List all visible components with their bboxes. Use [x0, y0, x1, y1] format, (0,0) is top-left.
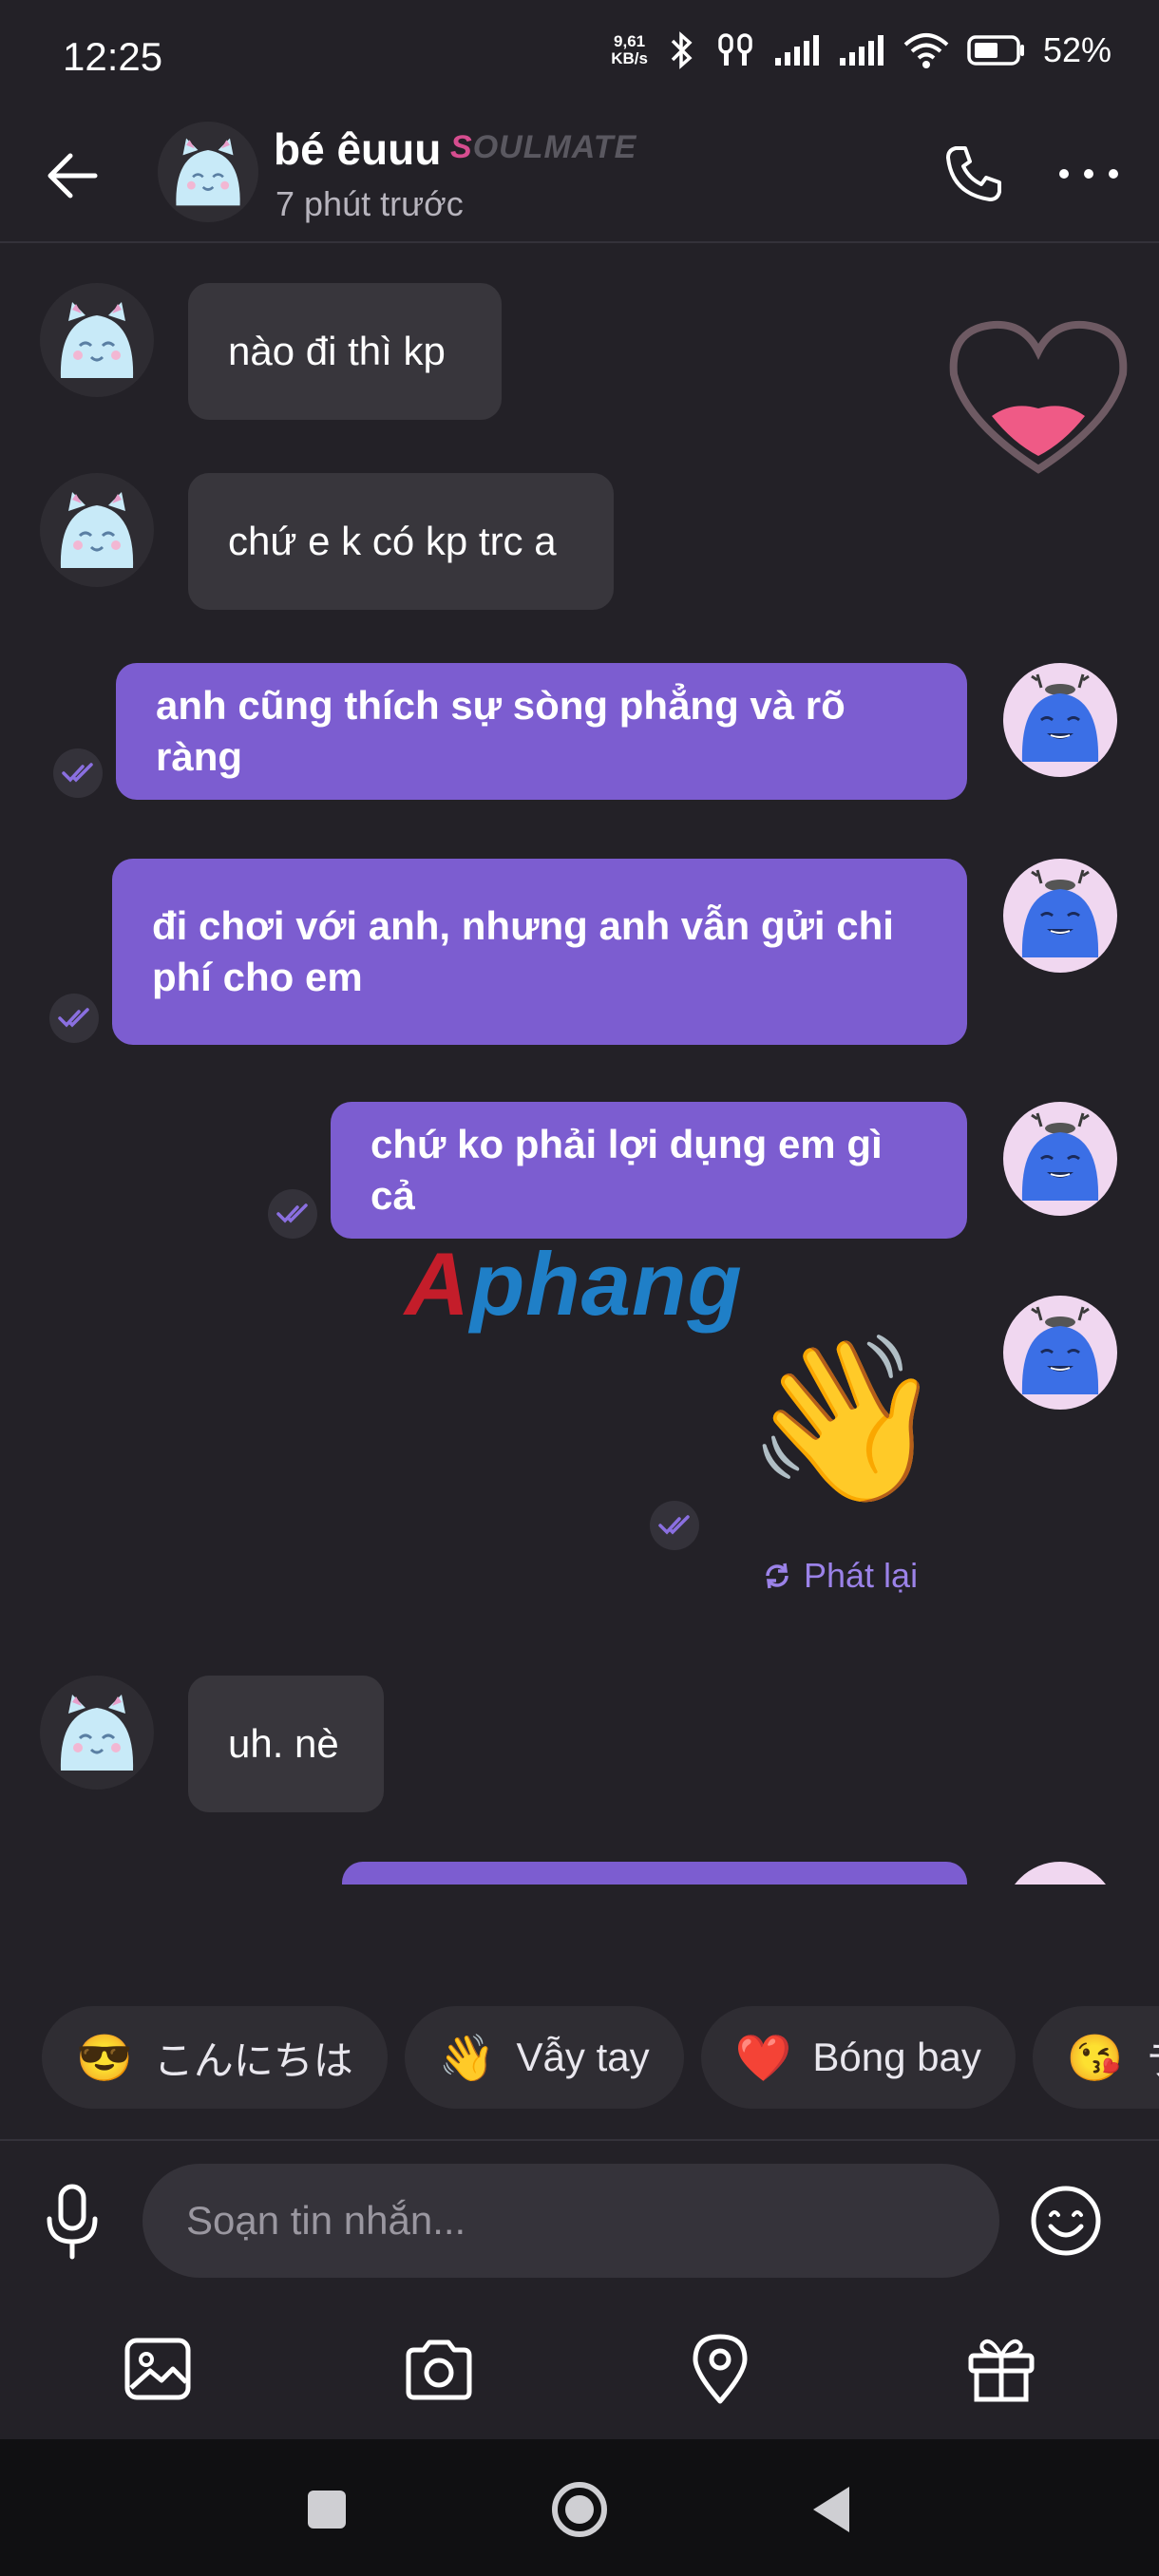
location-icon[interactable]	[682, 2331, 758, 2407]
quick-reply-chip[interactable]: 😘ラ	[1032, 2006, 1159, 2109]
watermark-logo: Aphang	[405, 1234, 743, 1334]
kiss-emoji-icon: 😘	[1066, 2033, 1124, 2084]
battery-icon	[967, 35, 1024, 66]
bluetooth-icon	[671, 31, 693, 69]
message-list[interactable]: nào đi thì kp chứ e k có kp trc a anh cũ…	[0, 245, 1159, 1885]
heart-emoji-icon: ❤️	[734, 2033, 792, 2084]
message-input[interactable]	[186, 2198, 999, 2244]
contact-name: bé êuuu	[274, 124, 442, 174]
read-receipt-icon	[268, 1189, 317, 1239]
phone-icon[interactable]	[939, 139, 1009, 209]
cat-avatar-icon	[176, 138, 240, 206]
message-input-wrapper[interactable]	[142, 2164, 999, 2278]
outgoing-message-partial[interactable]	[342, 1862, 967, 1885]
monster-avatar-icon	[1021, 1112, 1099, 1201]
my-avatar[interactable]	[1003, 1862, 1117, 1885]
read-receipt-icon	[650, 1501, 699, 1550]
soulmate-badge: SOULMATE	[450, 129, 637, 165]
recent-apps-icon[interactable]	[293, 2475, 361, 2544]
status-time: 12:25	[63, 34, 163, 79]
replay-button[interactable]: Phát lại	[760, 1556, 918, 1596]
wave-sticker[interactable]: 👋	[745, 1330, 946, 1510]
contact-avatar[interactable]	[158, 122, 258, 222]
quick-reply-chip[interactable]: 😎 こんにちは	[42, 2006, 388, 2109]
cat-avatar-icon	[60, 302, 134, 378]
contact-avatar[interactable]	[40, 1676, 154, 1790]
quick-reply-chip[interactable]: 👋 Vẫy tay	[404, 2006, 684, 2109]
read-receipt-icon	[49, 994, 99, 1043]
divider	[0, 2139, 1159, 2141]
status-bar: 12:25 9,61 KB/s 52%	[0, 0, 1159, 112]
cat-avatar-icon	[60, 1695, 134, 1771]
monster-avatar-icon	[1021, 673, 1099, 762]
outgoing-message[interactable]: chứ ko phải lợi dụng em gì cả	[331, 1102, 967, 1239]
outgoing-message[interactable]: đi chơi với anh, nhưng anh vẫn gửi chi p…	[112, 859, 967, 1045]
home-icon[interactable]	[545, 2475, 614, 2544]
more-icon[interactable]	[1053, 139, 1125, 209]
gift-icon[interactable]	[963, 2331, 1039, 2407]
net-speed: 9,61 KB/s	[611, 32, 648, 67]
my-avatar[interactable]	[1003, 1296, 1117, 1410]
sunglasses-emoji-icon: 😎	[76, 2033, 133, 2084]
back-nav-icon[interactable]	[798, 2475, 866, 2544]
read-receipt-icon	[53, 748, 103, 798]
camera-icon[interactable]	[401, 2331, 477, 2407]
status-icons: 9,61 KB/s 52%	[611, 30, 1112, 70]
incoming-message[interactable]: nào đi thì kp	[188, 283, 502, 420]
emoji-icon[interactable]	[1028, 2183, 1104, 2259]
last-seen-status: 7 phút trước	[276, 184, 464, 223]
signal-icon	[774, 35, 819, 66]
my-avatar[interactable]	[1003, 663, 1117, 777]
quick-reply-chip[interactable]: ❤️ Bóng bay	[700, 2006, 1016, 2109]
system-nav-bar	[0, 2439, 1159, 2576]
cat-avatar-icon	[60, 492, 134, 568]
monster-avatar-icon	[1021, 1306, 1099, 1394]
my-avatar[interactable]	[1003, 859, 1117, 973]
monster-avatar-icon	[1021, 869, 1099, 957]
my-avatar[interactable]	[1003, 1102, 1117, 1216]
incoming-message[interactable]: uh. nè	[188, 1676, 384, 1812]
wifi-icon	[903, 33, 949, 68]
battery-percent: 52%	[1042, 30, 1112, 69]
heart-icon[interactable]	[946, 317, 1130, 477]
wave-emoji-icon: 👋	[438, 2033, 496, 2084]
back-arrow-icon[interactable]	[38, 141, 108, 211]
earbuds-icon	[718, 33, 752, 66]
signal-icon-2	[839, 35, 884, 66]
image-icon[interactable]	[120, 2331, 196, 2407]
replay-icon	[766, 1563, 788, 1589]
incoming-message[interactable]: chứ e k có kp trc a	[188, 473, 614, 610]
microphone-icon[interactable]	[34, 2181, 110, 2261]
quick-reply-bar: 😎こんにちは 👋Vẫy tay ❤️Bóng bay 😘ラ	[0, 2006, 1159, 2114]
outgoing-message[interactable]: anh cũng thích sự sòng phẳng và rõ ràng	[116, 663, 967, 800]
contact-avatar[interactable]	[40, 283, 154, 397]
chat-header: bé êuuu SOULMATE 7 phút trước	[0, 112, 1159, 243]
contact-avatar[interactable]	[40, 473, 154, 587]
